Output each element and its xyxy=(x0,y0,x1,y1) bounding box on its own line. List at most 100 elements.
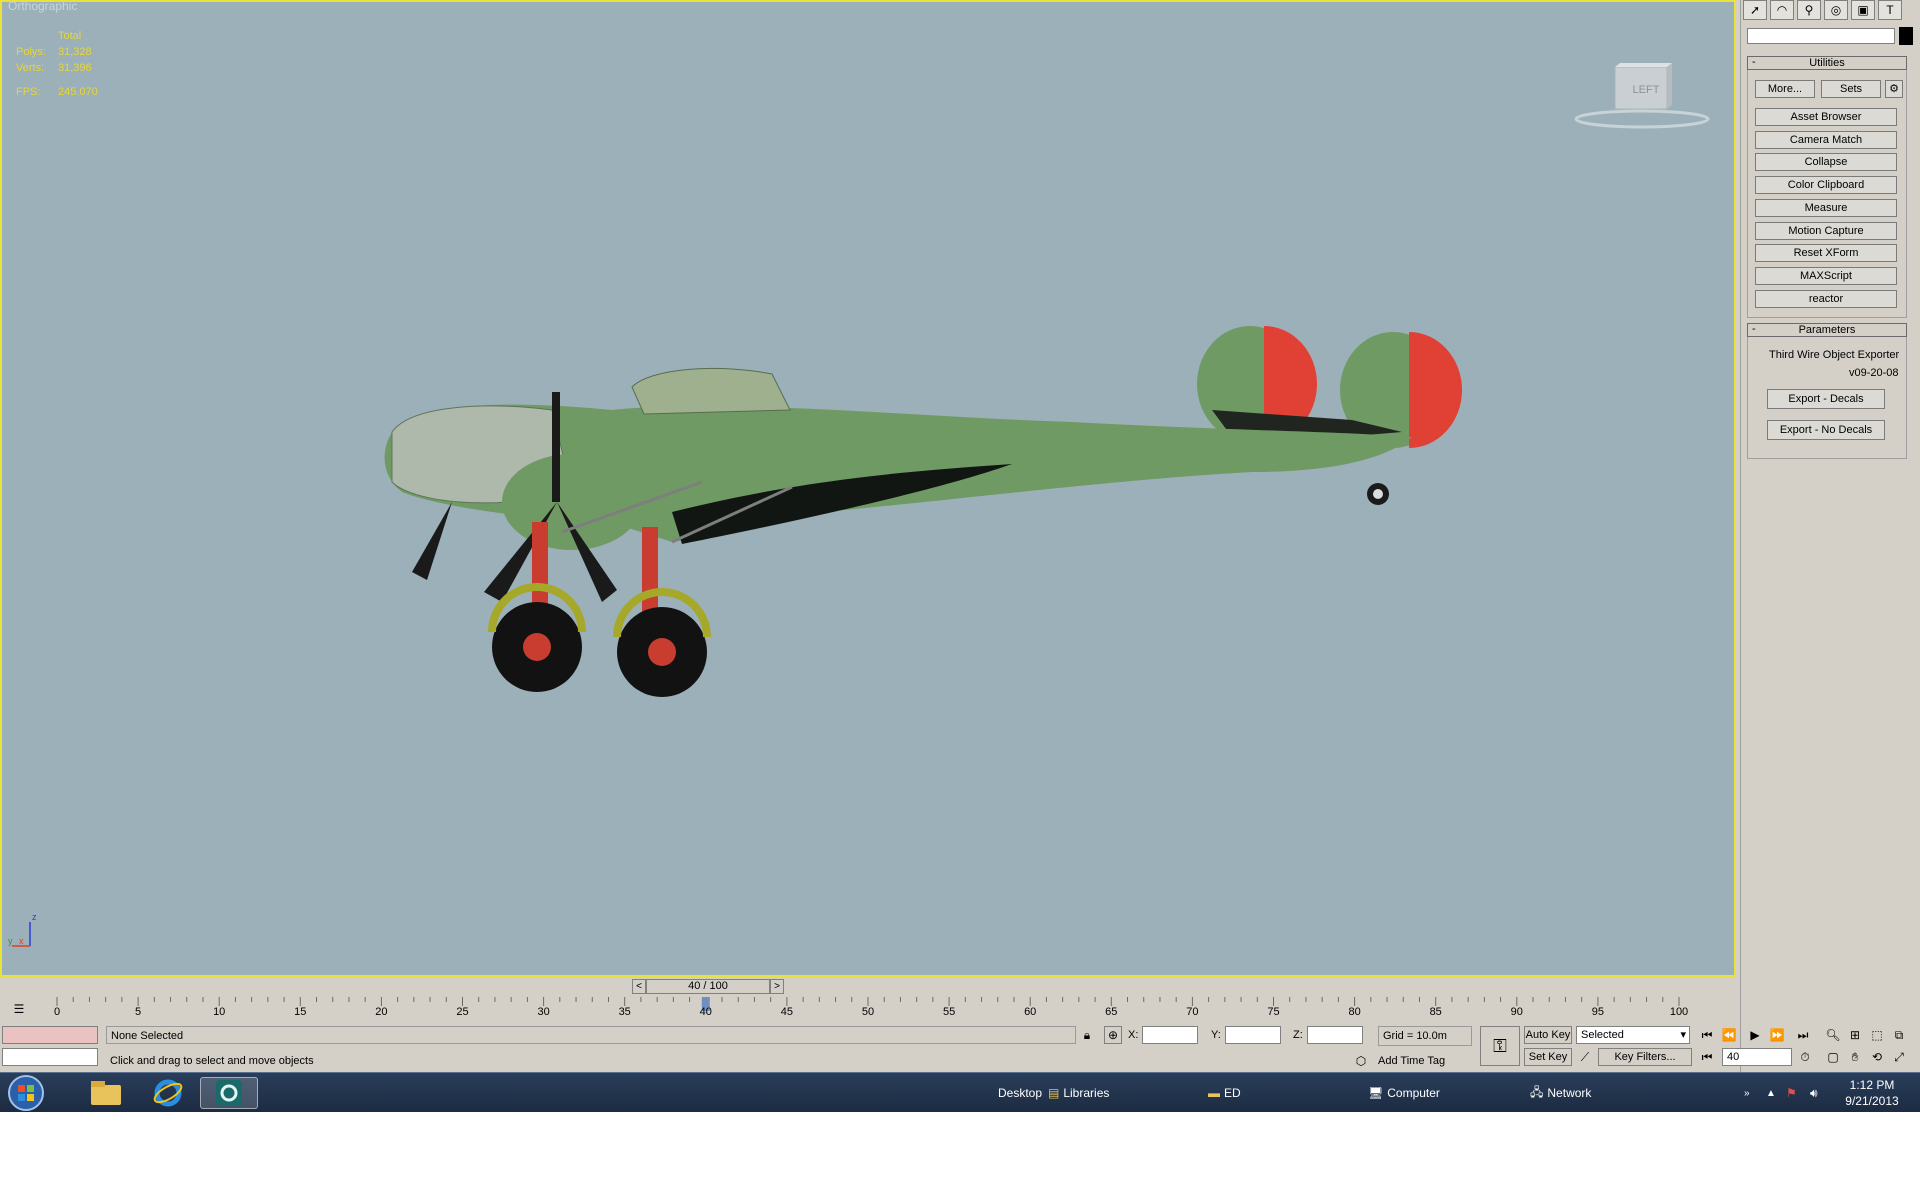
color-clipboard-button[interactable]: Color Clipboard xyxy=(1755,176,1897,194)
go-to-start-icon[interactable]: ⏮ xyxy=(1698,1026,1716,1044)
object-color-swatch[interactable] xyxy=(1899,27,1913,45)
track-tick-label: 15 xyxy=(294,1006,307,1018)
internet-explorer-icon[interactable] xyxy=(140,1077,196,1109)
z-label: Z: xyxy=(1293,1029,1303,1041)
time-tag-icon: ⬡ xyxy=(1355,1054,1367,1068)
computer-toolbar[interactable]: 🖥︎ Computer xyxy=(1368,1073,1440,1113)
object-name-field[interactable] xyxy=(1747,28,1895,44)
previous-frame-icon[interactable]: ⏪ xyxy=(1720,1026,1738,1044)
select-icon[interactable]: ➚ xyxy=(1743,0,1767,20)
sets-button[interactable]: Sets xyxy=(1821,80,1881,98)
modify-icon[interactable]: ◠ xyxy=(1770,0,1794,20)
exporter-name: Third Wire Object Exporter xyxy=(1769,349,1900,361)
3dsmax-taskbar-icon[interactable] xyxy=(200,1077,258,1109)
play-icon[interactable]: ▶ xyxy=(1746,1026,1764,1044)
libraries-toolbar[interactable]: ▤ Libraries xyxy=(1048,1073,1109,1113)
zoom-all-icon[interactable]: ⊞ xyxy=(1846,1026,1864,1044)
track-tick-label: 10 xyxy=(213,1006,226,1018)
viewport-label[interactable]: Orthographic xyxy=(8,2,77,13)
track-bar[interactable]: ☰ 0 5 10 15 20 25 30 35 40 45 50 55 60 65 70 75 80 85 90 95… xyxy=(0,997,1740,1021)
add-time-tag[interactable]: Add Time Tag xyxy=(1378,1052,1445,1070)
maximize-viewport-icon[interactable]: ⤢ xyxy=(1890,1048,1908,1066)
motion-icon[interactable]: ◎ xyxy=(1824,0,1848,20)
export-no-decals-button[interactable]: Export - No Decals xyxy=(1767,420,1885,440)
zoom-region-icon[interactable]: ▢ xyxy=(1824,1048,1842,1066)
set-key-mode-key-icon[interactable]: ⚿ xyxy=(1480,1026,1520,1066)
asset-browser-button[interactable]: Asset Browser xyxy=(1755,108,1897,126)
display-icon[interactable]: ▣ xyxy=(1851,0,1875,20)
show-hidden-icons-icon[interactable]: ▲ xyxy=(1766,1073,1776,1113)
camera-match-button[interactable]: Camera Match xyxy=(1755,131,1897,149)
next-frame-icon[interactable]: ⏩ xyxy=(1768,1026,1786,1044)
aircraft-model[interactable] xyxy=(372,322,1472,762)
toolbar-overflow-icon[interactable]: » xyxy=(1744,1073,1750,1113)
axis-z-label: z xyxy=(32,912,37,922)
y-coordinate-field[interactable] xyxy=(1225,1026,1281,1044)
zoom-extents-icon[interactable]: ⬚ xyxy=(1868,1026,1886,1044)
prev-frame-button[interactable]: < xyxy=(632,979,646,994)
selection-set-value: Selected xyxy=(1581,1029,1624,1041)
fps-label: FPS: xyxy=(16,86,41,98)
pan-icon[interactable]: ✋︎ xyxy=(1846,1048,1864,1066)
utilities-icon[interactable]: T xyxy=(1878,0,1902,20)
orbit-icon[interactable]: ⟲ xyxy=(1868,1048,1886,1066)
selection-status: None Selected xyxy=(106,1026,1076,1044)
track-tick-label: 85 xyxy=(1429,1006,1442,1018)
auto-key-button[interactable]: Auto Key xyxy=(1524,1026,1572,1044)
key-filters-button[interactable]: Key Filters... xyxy=(1598,1048,1692,1066)
windows-taskbar: Desktop ▤ Libraries ▬ ED 🖥︎ Computer 🖧 Netwo… xyxy=(0,1072,1920,1112)
volume-icon[interactable]: 🔊︎ xyxy=(1810,1073,1818,1113)
utilities-rollout-header[interactable]: - Utilities xyxy=(1747,56,1907,70)
measure-button[interactable]: Measure xyxy=(1755,199,1897,217)
zoom-extents-all-icon[interactable]: ⧉ xyxy=(1890,1026,1908,1044)
absolute-mode-icon[interactable]: ⊕ xyxy=(1104,1026,1122,1044)
selection-set-dropdown[interactable]: Selected ▾ xyxy=(1576,1026,1690,1044)
left-viewport[interactable]: Orthographic Total Polys: 31,328 Verts: 31… xyxy=(0,0,1736,977)
zoom-icon[interactable]: 🔍︎ xyxy=(1824,1026,1842,1044)
time-configuration-icon[interactable]: ⏱ xyxy=(1796,1048,1814,1066)
time-slider-thumb[interactable]: 40 / 100 xyxy=(646,979,770,994)
desktop-toolbar[interactable]: Desktop xyxy=(998,1073,1042,1113)
reset-xform-button[interactable]: Reset XForm xyxy=(1755,244,1897,262)
hierarchy-icon[interactable]: ⚲ xyxy=(1797,0,1821,20)
default-tangent-icon[interactable]: ⟋ xyxy=(1576,1048,1594,1066)
parameters-rollout-header[interactable]: - Parameters xyxy=(1747,323,1907,337)
network-label: Network xyxy=(1547,1086,1592,1100)
track-tick-label: 0 xyxy=(53,1006,61,1018)
windows-explorer-icon[interactable] xyxy=(78,1077,134,1109)
start-orb-icon[interactable] xyxy=(0,1075,52,1111)
set-key-button[interactable]: Set Key xyxy=(1524,1048,1572,1066)
motion-capture-button[interactable]: Motion Capture xyxy=(1755,222,1897,240)
export-decals-button[interactable]: Export - Decals xyxy=(1767,389,1885,409)
track-tick-label: 65 xyxy=(1105,1006,1118,1018)
ed-toolbar[interactable]: ▬ ED xyxy=(1208,1073,1241,1113)
reactor-button[interactable]: reactor xyxy=(1755,290,1897,308)
configure-sets-icon[interactable]: ⚙ xyxy=(1885,80,1903,98)
track-tick-label: 80 xyxy=(1348,1006,1361,1018)
maxscript-listener-mini[interactable] xyxy=(2,1026,98,1044)
more-button[interactable]: More... xyxy=(1755,80,1815,98)
z-coordinate-field[interactable] xyxy=(1307,1026,1363,1044)
track-tick-label: 75 xyxy=(1267,1006,1280,1018)
network-toolbar[interactable]: 🖧 Network xyxy=(1530,1073,1591,1113)
current-frame-field[interactable]: 40 xyxy=(1722,1048,1792,1066)
x-label: X: xyxy=(1128,1029,1139,1041)
libraries-icon: ▤ xyxy=(1048,1086,1060,1100)
viewcube[interactable]: LEFT xyxy=(1572,57,1712,132)
grid-size: Grid = 10.0m xyxy=(1378,1026,1472,1046)
key-mode-toggle-icon[interactable]: ⏮ xyxy=(1698,1048,1716,1066)
action-center-flag-icon[interactable]: ⚑ xyxy=(1786,1073,1797,1113)
time-slider[interactable]: < 40 / 100 > xyxy=(632,979,786,994)
track-tick-label: 20 xyxy=(375,1006,388,1018)
x-coordinate-field[interactable] xyxy=(1142,1026,1198,1044)
next-frame-button[interactable]: > xyxy=(770,979,784,994)
track-tick-label: 60 xyxy=(1024,1006,1037,1018)
go-to-end-icon[interactable]: ⏭ xyxy=(1794,1026,1812,1044)
fps-value: 245.070 xyxy=(58,86,98,98)
collapse-button[interactable]: Collapse xyxy=(1755,153,1897,171)
maxscript-mini-input[interactable] xyxy=(2,1048,98,1066)
system-clock[interactable]: 1:12 PM 9/21/2013 xyxy=(1832,1077,1912,1109)
polys-label: Polys: xyxy=(16,46,46,58)
maxscript-button[interactable]: MAXScript xyxy=(1755,267,1897,285)
lock-selection-icon[interactable]: 🔒︎ xyxy=(1078,1026,1096,1044)
